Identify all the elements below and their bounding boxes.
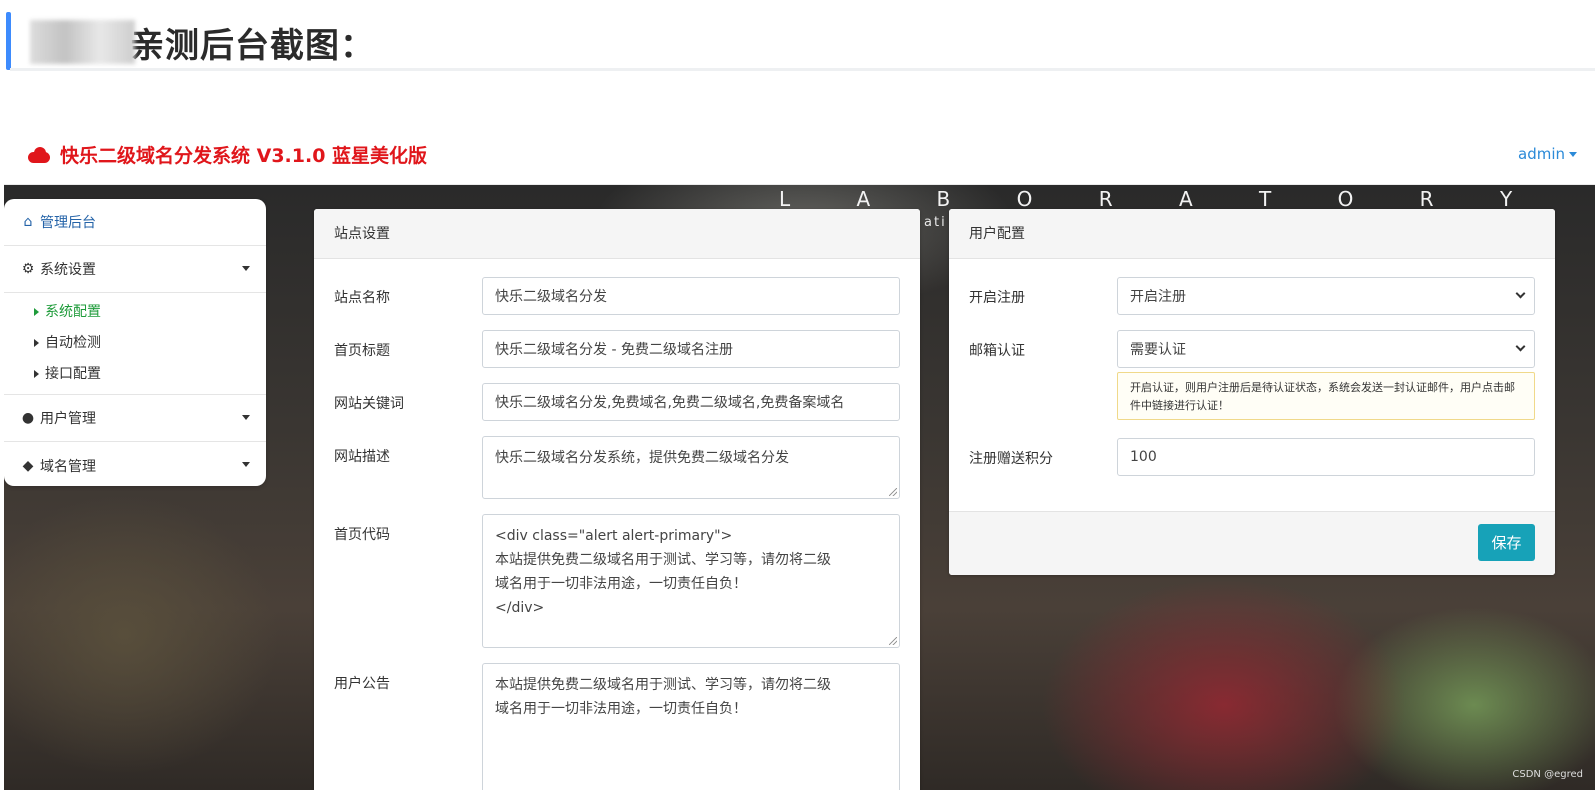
keywords-input[interactable]: 快乐二级域名分发,免费域名,免费二级域名,免费备案域名: [482, 383, 900, 421]
background-image: L A B O R A T O R Y ati CSDN @egred ⌂ 管理…: [4, 185, 1595, 790]
chevron-down-icon: [1515, 341, 1526, 352]
brand[interactable]: 快乐二级域名分发系统 V3.1.0 蓝星美化版: [26, 141, 427, 168]
watermark: CSDN @egred: [1512, 769, 1583, 780]
sidebar-item-home[interactable]: ⌂ 管理后台: [4, 199, 266, 246]
brand-title: 快乐二级域名分发系统 V3.1.0 蓝星美化版: [60, 145, 428, 167]
user-menu-label: admin: [1518, 145, 1565, 163]
sidebar-item-label: 域名管理: [40, 458, 96, 475]
site-name-input[interactable]: 快乐二级域名分发: [482, 277, 900, 315]
description-textarea[interactable]: 快乐二级域名分发系统，提供免费二级域名分发: [482, 436, 900, 499]
sidebar-item-system-settings[interactable]: ⚙ 系统设置: [4, 246, 266, 293]
heading-divider: [10, 68, 1595, 71]
caret-right-icon: [34, 308, 39, 316]
field-label: 网站关键词: [334, 396, 404, 412]
home-title-input[interactable]: 快乐二级域名分发 - 免费二级域名注册: [482, 330, 900, 368]
card-title: 站点设置: [314, 209, 920, 259]
chevron-down-icon: [242, 266, 250, 271]
register-select[interactable]: 开启注册: [1117, 277, 1535, 315]
sidebar-item-label: 管理后台: [40, 215, 96, 231]
email-auth-hint: 开启认证，则用户注册后是待认证状态，系统会发送一封认证邮件，用户点击邮件中链接进…: [1117, 372, 1535, 420]
article-header: 亲测后台截图：: [0, 0, 1595, 72]
chevron-down-icon: [242, 415, 250, 420]
chevron-down-icon: [1515, 288, 1526, 299]
cube-icon: ◆: [22, 457, 34, 474]
sidebar-item-label: 系统设置: [40, 262, 96, 278]
heading-accent-bar: [6, 12, 11, 70]
caret-right-icon: [34, 370, 39, 378]
home-icon: ⌂: [23, 214, 33, 230]
sidebar-subitem-auto-check[interactable]: 自动检测: [34, 328, 266, 359]
save-button[interactable]: 保存: [1478, 524, 1535, 561]
site-settings-card: 站点设置 站点名称 快乐二级域名分发 首页标题 快乐二级域名分发 - 免费二级域…: [314, 209, 920, 790]
field-label: 用户公告: [334, 676, 390, 692]
user-icon: ●: [21, 410, 35, 426]
announcement-textarea[interactable]: 本站提供免费二级域名用于测试、学习等，请勿将二级 域名用于一切非法用途，一切责任…: [482, 663, 900, 790]
admin-app: 快乐二级域名分发系统 V3.1.0 蓝星美化版 admin L A B O R …: [4, 125, 1595, 790]
field-label: 邮箱认证: [969, 343, 1025, 359]
email-auth-select[interactable]: 需要认证: [1117, 330, 1535, 368]
background-headline: L A B O R A T O R Y: [779, 187, 1543, 211]
sidebar-subitem-api-config[interactable]: 接口配置: [34, 359, 266, 390]
sidebar-item-label: 用户管理: [40, 411, 96, 427]
card-title: 用户配置: [949, 209, 1555, 259]
chevron-down-icon: [242, 462, 250, 467]
navbar: 快乐二级域名分发系统 V3.1.0 蓝星美化版 admin: [4, 125, 1595, 185]
background-subtext: ati: [924, 215, 947, 230]
card-footer: 保存: [949, 511, 1555, 575]
sidebar: ⌂ 管理后台 ⚙ 系统设置 系统配置 自动检测 接口配置 ● 用户管理 ◆ 域名…: [4, 199, 266, 486]
resize-handle-icon[interactable]: [889, 488, 897, 496]
user-menu[interactable]: admin: [1518, 145, 1577, 163]
cloud-icon: [26, 146, 52, 164]
field-label: 注册赠送积分: [969, 451, 1053, 467]
caret-right-icon: [34, 339, 39, 347]
field-label: 网站描述: [334, 449, 390, 465]
resize-handle-icon[interactable]: [889, 637, 897, 645]
field-label: 首页代码: [334, 527, 390, 543]
user-config-card: 用户配置 开启注册 开启注册 邮箱认证 需要认证 开启认证，则用户注册后是待认证…: [949, 209, 1555, 575]
field-label: 开启注册: [969, 290, 1025, 306]
sidebar-subitem-system-config[interactable]: 系统配置: [34, 297, 266, 328]
caret-down-icon: [1569, 152, 1577, 157]
sidebar-item-domain-management[interactable]: ◆ 域名管理: [4, 442, 266, 486]
points-input[interactable]: 100: [1117, 438, 1535, 476]
field-label: 站点名称: [334, 290, 390, 306]
sidebar-item-user-management[interactable]: ● 用户管理: [4, 395, 266, 442]
sidebar-submenu: 系统配置 自动检测 接口配置: [4, 293, 266, 395]
blurred-text: [30, 20, 135, 64]
field-label: 首页标题: [334, 343, 390, 359]
home-code-textarea[interactable]: <div class="alert alert-primary"> 本站提供免费…: [482, 514, 900, 648]
gear-icon: ⚙: [21, 261, 35, 277]
